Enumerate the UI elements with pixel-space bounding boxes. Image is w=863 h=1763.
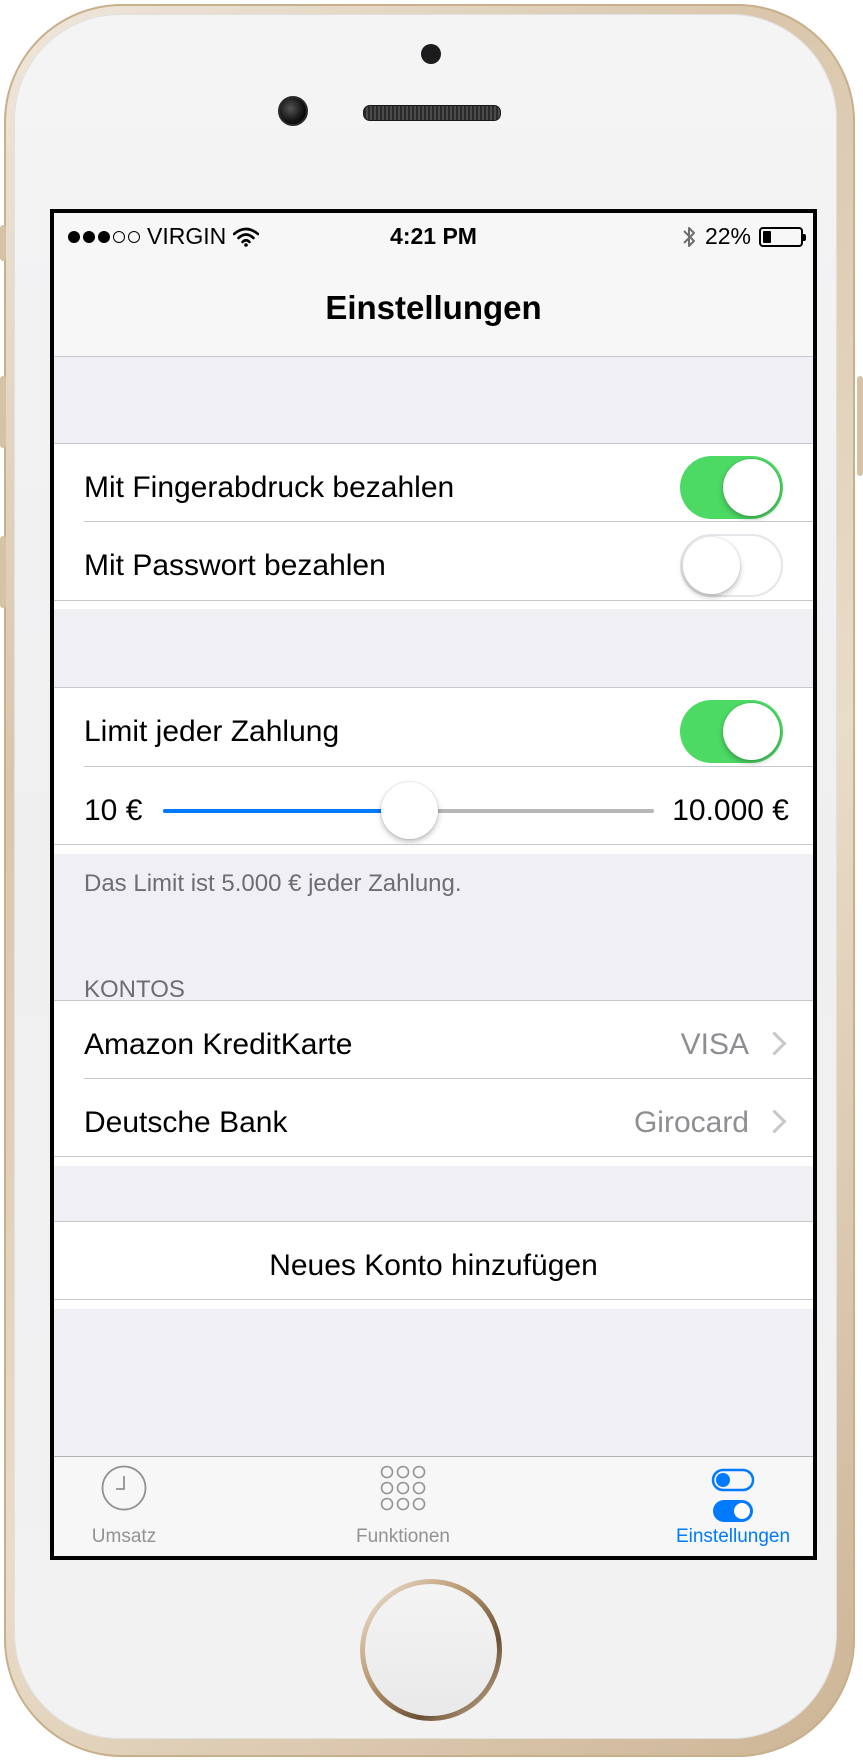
volume-up-button [0, 376, 6, 448]
battery-percent: 22% [704, 223, 751, 249]
slider-min-label: 10 € [84, 794, 143, 827]
password-payment-toggle[interactable] [680, 534, 783, 597]
add-account-button[interactable]: Neues Konto hinzufügen [54, 1222, 813, 1309]
status-bar: VIRGIN 4:21 PM 22% [54, 213, 813, 261]
fingerprint-payment-row: Mit Fingerabdruck bezahlen [54, 444, 813, 531]
account-type: VISA [680, 1028, 749, 1061]
account-row[interactable]: Amazon KreditKarte VISA [54, 1001, 813, 1088]
add-account-label: Neues Konto hinzufügen [269, 1249, 598, 1282]
tab-umsatz[interactable]: Umsatz [54, 1456, 194, 1556]
account-name: Amazon KreditKarte [84, 1028, 353, 1061]
chevron-right-icon [762, 1109, 787, 1134]
payment-limit-label: Limit jeder Zahlung [84, 715, 340, 748]
page-title: Einstellungen [325, 289, 542, 326]
tab-label: Funktionen [355, 1526, 450, 1547]
settings-list: Mit Fingerabdruck bezahlen Mit Passwort … [54, 357, 813, 1461]
account-row[interactable]: Deutsche Bank Girocard [54, 1079, 813, 1166]
earpiece-speaker [363, 105, 501, 121]
bluetooth-icon [683, 226, 695, 247]
battery-icon [759, 226, 806, 247]
payment-limit-toggle[interactable] [680, 700, 783, 763]
password-payment-label: Mit Passwort bezahlen [84, 549, 386, 582]
clock-icon [101, 1465, 147, 1511]
toggles-icon [711, 1468, 755, 1522]
volume-down-button [0, 536, 6, 608]
limit-slider-thumb[interactable] [380, 782, 438, 839]
screen: VIRGIN 4:21 PM 22% Einstellungen Mit Fin… [50, 209, 817, 1560]
navigation-bar: Einstellungen [54, 261, 813, 357]
tab-funktionen[interactable]: Funktionen [323, 1456, 483, 1556]
grid-icon [380, 1465, 426, 1511]
limit-slider[interactable] [163, 782, 654, 839]
account-name: Deutsche Bank [84, 1106, 288, 1139]
chevron-right-icon [762, 1031, 787, 1056]
power-button [857, 376, 863, 476]
slider-max-label: 10.000 € [672, 794, 789, 827]
mute-switch [0, 225, 6, 261]
account-type: Girocard [633, 1106, 749, 1139]
fingerprint-payment-label: Mit Fingerabdruck bezahlen [84, 471, 455, 504]
payment-limit-row: Limit jeder Zahlung [54, 688, 813, 775]
tab-label: Einstellungen [675, 1526, 791, 1547]
fingerprint-payment-toggle[interactable] [680, 456, 783, 519]
limit-slider-row: 10 € 10.000 € [54, 767, 813, 854]
home-button[interactable] [360, 1579, 502, 1721]
proximity-sensor [421, 44, 441, 64]
front-camera [278, 96, 308, 126]
tab-einstellungen[interactable]: Einstellungen [653, 1456, 813, 1556]
limit-footer-text: Das Limit ist 5.000 € jeder Zahlung. [84, 870, 462, 897]
password-payment-row: Mit Passwort bezahlen [54, 522, 813, 609]
tab-label: Umsatz [91, 1526, 157, 1547]
